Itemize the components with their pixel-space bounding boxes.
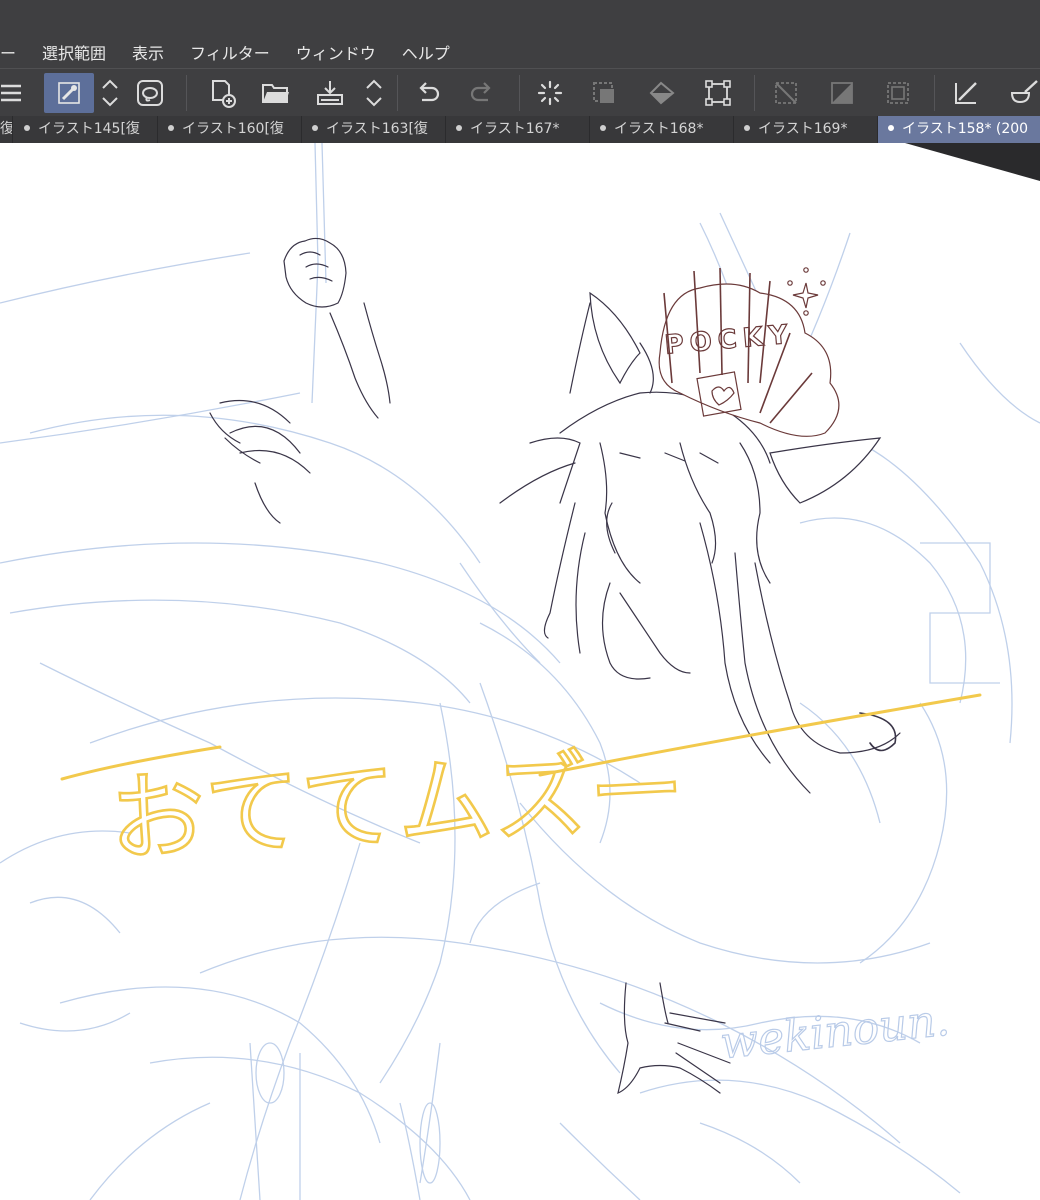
invert-selection-icon[interactable] [822,73,862,113]
unsaved-dot-icon [600,125,606,131]
artist-signature: wekinoun. [718,995,952,1070]
stepper-icon[interactable] [354,73,394,113]
menu-item-view[interactable]: 表示 [119,40,177,64]
open-folder-icon[interactable] [256,73,296,113]
unsaved-dot-icon [24,125,30,131]
save-icon[interactable] [310,73,350,113]
spinner-icon[interactable] [530,73,570,113]
document-tab-bar: 復 イラスト145[復 イラスト160[復 イラスト163[復 イラスト167*… [0,116,1040,144]
drawing-canvas[interactable]: POCKY おててムズー wekinoun. [0,143,1040,1200]
toolbar-divider [519,75,520,111]
unsaved-dot-icon [312,125,318,131]
command-toolbar [0,68,1040,117]
tab-illust-163[interactable]: イラスト163[復 [302,116,446,143]
transparent-color-button[interactable] [44,73,94,113]
toolbar-divider [397,75,398,111]
show-selection-icon[interactable] [878,73,918,113]
deselect-icon[interactable] [766,73,806,113]
clear-icon[interactable] [584,73,624,113]
unsaved-dot-icon [456,125,462,131]
lasso-icon[interactable] [130,73,170,113]
menu-icon[interactable] [0,73,30,113]
brush-tool-icon[interactable] [1004,73,1040,113]
tab-illust-169[interactable]: イラスト169* [734,116,878,143]
tab-illust-160[interactable]: イラスト160[復 [158,116,302,143]
menu-item-selection[interactable]: 選択範囲 [29,40,119,64]
new-file-icon[interactable] [202,73,242,113]
stepper-icon[interactable] [90,73,130,113]
canvas-corner-shadow [905,143,1040,181]
undo-icon[interactable] [408,73,448,113]
tab-illust-158[interactable]: イラスト158* (200 [878,116,1040,143]
line-tool-icon[interactable] [946,73,986,113]
handwritten-note: おててムズー [107,734,688,876]
tab-illust-167[interactable]: イラスト167* [446,116,590,143]
redo-icon[interactable] [462,73,502,113]
fill-icon[interactable] [642,73,682,113]
toolbar-divider [186,75,187,111]
tab-illust-145[interactable]: イラスト145[復 [14,116,158,143]
menu-item-help[interactable]: ヘルプ [389,40,463,64]
tab-restored[interactable]: 復 [0,116,13,143]
toolbar-divider [934,75,935,111]
menu-item-truncated[interactable]: ー [0,40,29,64]
menu-item-window[interactable]: ウィンドウ [283,40,389,64]
unsaved-dot-icon [168,125,174,131]
tab-illust-168[interactable]: イラスト168* [590,116,734,143]
window-title-bar [0,0,1040,36]
transform-icon[interactable] [698,73,738,113]
unsaved-dot-icon [744,125,750,131]
unsaved-dot-icon [888,125,894,131]
toolbar-divider [754,75,755,111]
menu-bar: ー 選択範囲 表示 フィルター ウィンドウ ヘルプ [0,36,1040,68]
menu-item-filter[interactable]: フィルター [177,40,283,64]
transparent-color-icon [58,82,80,104]
artwork: POCKY おててムズー wekinoun. [0,143,1040,1200]
